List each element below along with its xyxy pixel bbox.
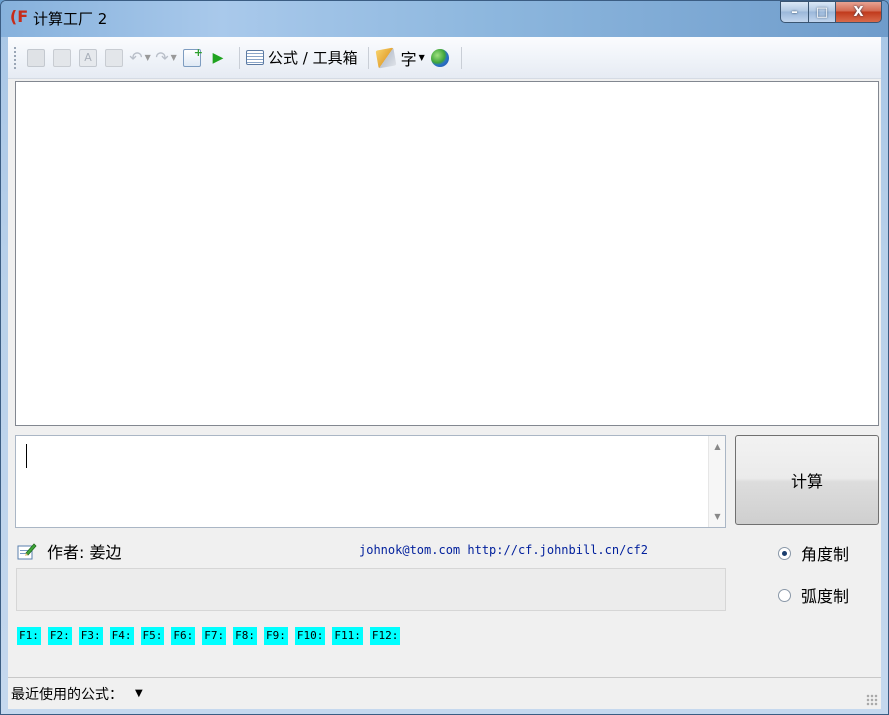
maximize-icon: □ (815, 4, 829, 20)
font-label: 字 (400, 49, 417, 69)
list-window-icon (246, 50, 264, 65)
close-button[interactable]: X (835, 1, 882, 23)
image-icon (27, 48, 45, 67)
fkey-f3[interactable]: F3: (78, 627, 103, 645)
fkey-f11[interactable]: F11: (332, 627, 363, 645)
fkey-f2[interactable]: F2: (47, 627, 72, 645)
fkey-f10[interactable]: F10: (294, 627, 326, 645)
highlighter-icon (375, 47, 397, 68)
globe-icon (430, 48, 449, 67)
radio-selected-icon[interactable] (778, 546, 791, 560)
font-dropdown-icon: ▼ (418, 53, 425, 62)
highlight-button[interactable] (375, 46, 397, 70)
font-button[interactable]: 字 ▼ (401, 46, 425, 70)
output-area[interactable] (15, 81, 879, 426)
text-a-icon: A (79, 48, 97, 67)
redo-dropdown-icon[interactable]: ▼ (171, 53, 177, 62)
export-button[interactable]: + (181, 46, 203, 70)
minimize-button[interactable]: – (780, 1, 808, 23)
text-button[interactable]: A (77, 46, 99, 70)
edit-note-icon (17, 542, 37, 560)
author-row: 作者: 姜边 (17, 539, 121, 563)
fkey-f9[interactable]: F9: (264, 627, 288, 645)
web-button[interactable] (429, 46, 451, 70)
text-caret (26, 444, 27, 468)
window-title: 计算工厂 2 (33, 10, 108, 28)
undo-button[interactable]: ↶ ▼ (129, 46, 151, 70)
formula-input[interactable]: ▲ ▼ (15, 435, 726, 528)
fkey-f4[interactable]: F4: (109, 627, 134, 645)
undo-dropdown-icon[interactable]: ▼ (145, 53, 151, 62)
radians-radio[interactable]: 弧度制 (778, 583, 849, 607)
fkey-f8[interactable]: F8: (233, 627, 257, 645)
contact-links[interactable]: johnok@tom.com http://cf.johnbill.cn/cf2 (359, 543, 648, 557)
minimize-icon: – (791, 4, 798, 20)
fkey-f12[interactable]: F12: (369, 627, 401, 645)
input-scrollbar[interactable]: ▲ ▼ (708, 436, 725, 527)
copy-image-icon (53, 48, 71, 67)
fkey-f6[interactable]: F6: (171, 627, 196, 645)
scroll-down-icon[interactable]: ▼ (709, 508, 726, 525)
export-icon: + (183, 46, 203, 67)
app-logo-icon: (F (9, 7, 29, 26)
toolbar-grip[interactable] (14, 46, 17, 69)
fkey-f7[interactable]: F7: (202, 627, 227, 645)
app-window: (F 计算工厂 2 – □ X A ↶ ▼ ↷ ▼ + ▶ 公式 / 工具箱 字… (0, 0, 889, 715)
scroll-up-icon[interactable]: ▲ (709, 438, 726, 455)
toolbar-separator (367, 46, 369, 69)
client-area: A ↶ ▼ ↷ ▼ + ▶ 公式 / 工具箱 字 ▼ ▲ ▼ 计算 作者: 姜边… (8, 37, 881, 709)
title-bar[interactable]: (F 计算工厂 2 – □ X (1, 1, 888, 37)
resize-grip-icon[interactable] (866, 694, 878, 706)
recent-formulas-dropdown-icon[interactable]: ▼ (135, 688, 143, 699)
toolbar-separator (239, 46, 240, 69)
redo-icon: ↷ (155, 48, 169, 67)
fkey-f5[interactable]: F5: (140, 627, 165, 645)
copy-text-button[interactable] (103, 46, 125, 70)
maximize-button[interactable]: □ (808, 1, 835, 23)
run-button[interactable]: ▶ (207, 46, 229, 70)
toolbar: A ↶ ▼ ↷ ▼ + ▶ 公式 / 工具箱 字 ▼ (8, 37, 881, 79)
run-icon: ▶ (212, 49, 224, 66)
window-controls: – □ X (780, 1, 882, 23)
fkey-f1[interactable]: F1: (17, 627, 41, 645)
redo-button[interactable]: ↷ ▼ (155, 46, 177, 70)
formula-toolbox-button[interactable]: 公式 / 工具箱 (246, 46, 358, 70)
result-status-box (16, 568, 726, 611)
toolbar-separator (460, 46, 462, 69)
image-button[interactable] (25, 46, 47, 70)
degrees-label: 角度制 (801, 545, 850, 564)
copy-image-button[interactable] (51, 46, 73, 70)
calculate-button[interactable]: 计算 (735, 435, 879, 525)
radians-label: 弧度制 (801, 587, 850, 606)
formula-toolbox-label: 公式 / 工具箱 (268, 49, 358, 67)
function-key-bar: F1: F2: F3: F4: F5: F6: F7: F8: F9: F10:… (17, 627, 407, 645)
copy-text-icon (105, 48, 123, 67)
recent-formulas-label: 最近使用的公式： (11, 686, 123, 703)
close-icon: X (853, 4, 864, 20)
undo-icon: ↶ (129, 48, 143, 67)
degrees-radio[interactable]: 角度制 (778, 541, 849, 565)
radio-unselected-icon[interactable] (778, 588, 791, 602)
author-text: 作者: 姜边 (47, 543, 122, 562)
status-bar: 最近使用的公式： ▼ (8, 677, 881, 709)
